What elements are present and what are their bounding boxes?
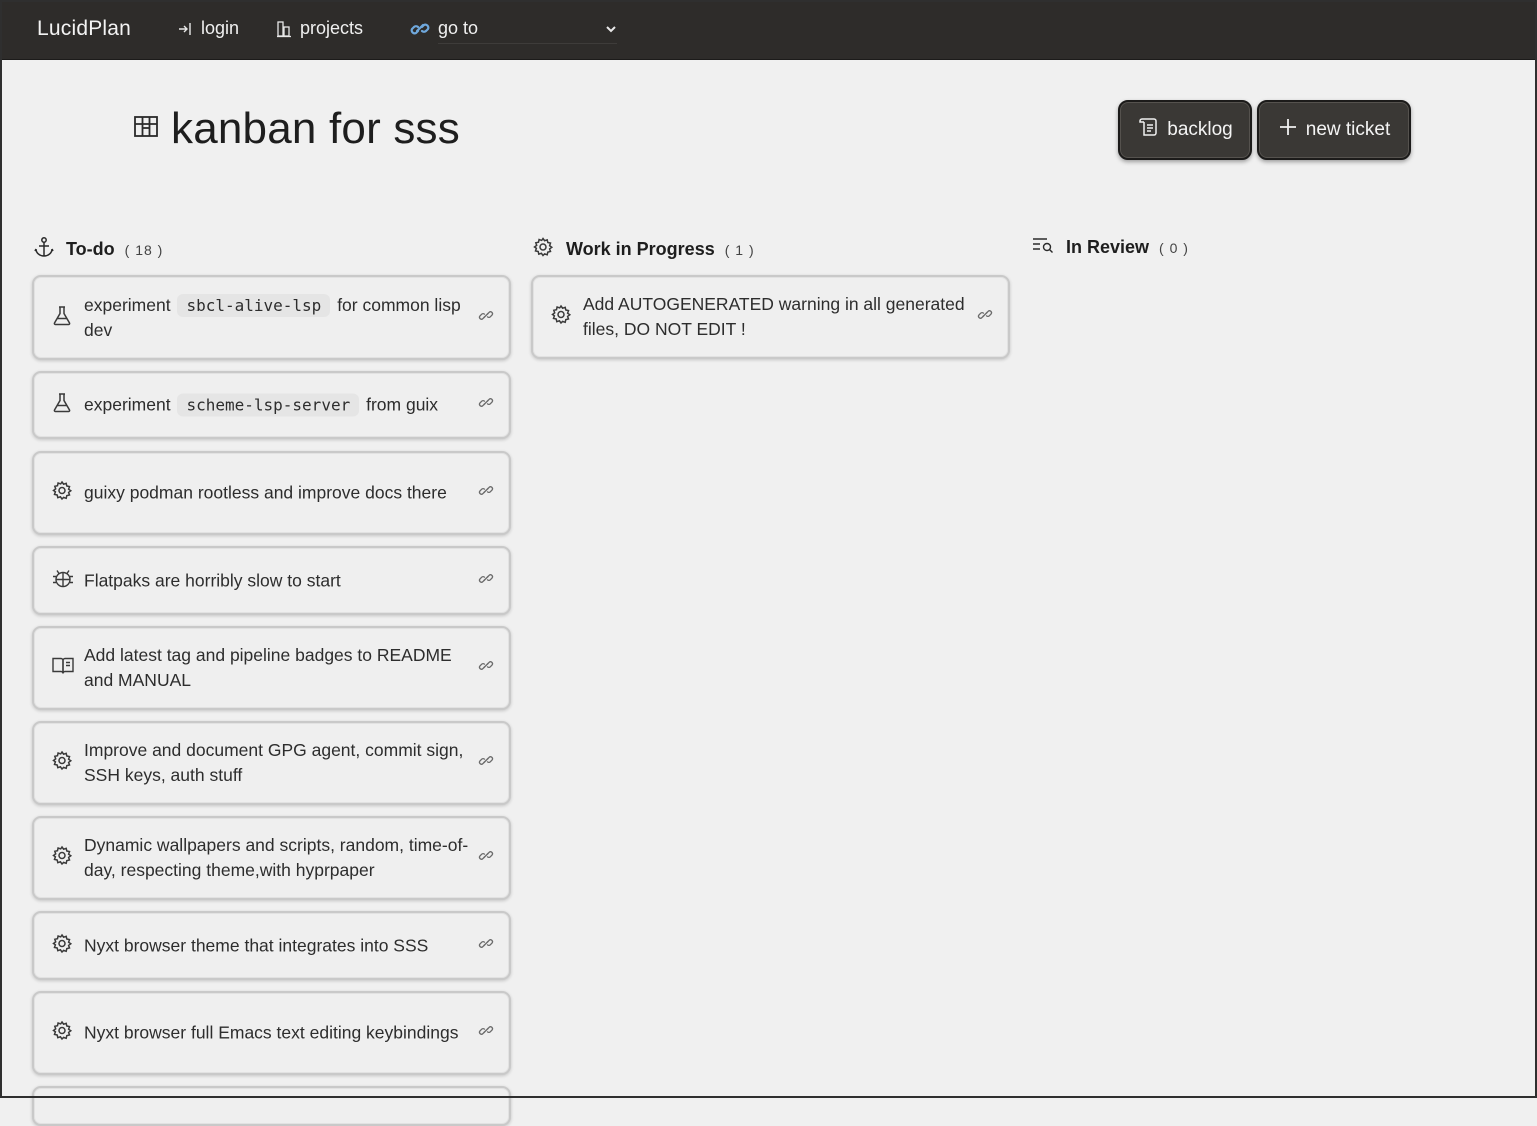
ticket-card-partial[interactable] bbox=[32, 1086, 511, 1126]
projects-label: projects bbox=[300, 18, 364, 38]
link-icon[interactable] bbox=[977, 307, 993, 328]
new-ticket-button[interactable]: new ticket bbox=[1257, 100, 1411, 160]
link-icon[interactable] bbox=[478, 753, 494, 774]
ticket-card[interactable]: Add latest tag and pipeline badges to RE… bbox=[32, 626, 511, 710]
link-icon[interactable] bbox=[478, 307, 494, 328]
ticket-card[interactable]: experiment sbcl-alive-lsp for common lis… bbox=[32, 275, 511, 360]
ticket-title: Flatpaks are horribly slow to start bbox=[84, 570, 341, 590]
column-count-review: ( 0 ) bbox=[1159, 239, 1189, 256]
column-title-todo: To-do bbox=[66, 239, 115, 259]
link-icon[interactable] bbox=[478, 658, 494, 679]
gear-icon bbox=[51, 750, 73, 777]
ticket-title: Improve and document GPG agent, commit s… bbox=[84, 740, 464, 785]
ticket-card[interactable]: Nyxt browser theme that integrates into … bbox=[32, 911, 511, 980]
link-icon[interactable] bbox=[478, 395, 494, 416]
chevron-down-icon bbox=[605, 24, 617, 34]
column-title-review: In Review bbox=[1066, 237, 1150, 257]
column-count-wip: ( 1 ) bbox=[724, 241, 755, 258]
flask-icon bbox=[51, 304, 73, 331]
link-icon[interactable] bbox=[478, 848, 494, 869]
top-navbar: LucidPlan login projects go to bbox=[0, 0, 1537, 60]
ticket-card[interactable]: Add AUTOGENERATED warning in all generat… bbox=[531, 275, 1010, 359]
ticket-card[interactable]: experiment scheme-lsp-server from guix bbox=[32, 371, 511, 439]
column-title-wip: Work in Progress bbox=[566, 239, 715, 259]
ticket-card[interactable]: Flatpaks are horribly slow to start bbox=[32, 546, 511, 615]
login-icon bbox=[177, 21, 193, 37]
backlog-label: backlog bbox=[1167, 119, 1233, 140]
goto-select[interactable]: go to bbox=[410, 18, 617, 44]
goto-underline bbox=[438, 43, 617, 44]
ticket-title: Add AUTOGENERATED warning in all generat… bbox=[583, 294, 965, 339]
ticket-card[interactable]: Dynamic wallpapers and scripts, random, … bbox=[32, 816, 511, 900]
scroll-icon bbox=[1137, 116, 1159, 144]
flask-icon bbox=[51, 392, 73, 419]
login-link[interactable]: login bbox=[177, 18, 239, 39]
ticket-card[interactable]: Improve and document GPG agent, commit s… bbox=[32, 721, 511, 805]
ticket-title: Nyxt browser theme that integrates into … bbox=[84, 935, 429, 955]
gear-icon bbox=[51, 932, 73, 959]
ticket-title: experiment scheme-lsp-server from guix bbox=[84, 393, 439, 417]
link-icon[interactable] bbox=[478, 483, 494, 504]
plus-icon bbox=[1278, 117, 1298, 143]
ticket-title: Nyxt browser full Emacs text editing key… bbox=[84, 1022, 459, 1043]
ticket-title: experiment sbcl-alive-lsp for common lis… bbox=[84, 293, 461, 340]
gear-icon bbox=[532, 236, 554, 263]
login-label: login bbox=[201, 18, 240, 38]
link-icon[interactable] bbox=[478, 570, 494, 591]
column-header-todo: To-do ( 18 ) bbox=[34, 236, 163, 263]
ticket-card[interactable]: Nyxt browser full Emacs text editing key… bbox=[32, 991, 511, 1075]
new-ticket-label: new ticket bbox=[1305, 119, 1391, 140]
projects-icon bbox=[276, 20, 292, 38]
gear-icon bbox=[550, 304, 572, 331]
column-header-wip: Work in Progress ( 1 ) bbox=[532, 236, 755, 263]
link-icon bbox=[410, 20, 430, 38]
ticket-title: Dynamic wallpapers and scripts, random, … bbox=[84, 835, 469, 880]
gear-icon bbox=[51, 480, 73, 507]
gear-icon bbox=[51, 845, 73, 872]
gear-icon bbox=[51, 1020, 73, 1047]
link-icon[interactable] bbox=[478, 935, 494, 956]
ticket-title: guixy podman rootless and improve docs t… bbox=[84, 482, 447, 503]
ticket-title: Add latest tag and pipeline badges to RE… bbox=[84, 645, 452, 690]
list-search-icon bbox=[1032, 236, 1054, 259]
page-title: kanban for sss bbox=[133, 104, 460, 154]
page-heading: kanban for sss bbox=[171, 104, 460, 153]
link-icon[interactable] bbox=[478, 1023, 494, 1044]
projects-link[interactable]: projects bbox=[276, 18, 363, 39]
bug-icon bbox=[51, 567, 75, 594]
brand-logo[interactable]: LucidPlan bbox=[37, 17, 131, 41]
book-icon bbox=[51, 655, 75, 682]
anchor-icon bbox=[34, 236, 54, 263]
column-header-review: In Review ( 0 ) bbox=[1032, 236, 1189, 259]
backlog-button[interactable]: backlog bbox=[1118, 100, 1252, 160]
kanban-icon bbox=[133, 114, 159, 145]
column-count-todo: ( 18 ) bbox=[124, 241, 164, 258]
goto-label: go to bbox=[438, 18, 479, 38]
ticket-card[interactable]: guixy podman rootless and improve docs t… bbox=[32, 451, 511, 535]
